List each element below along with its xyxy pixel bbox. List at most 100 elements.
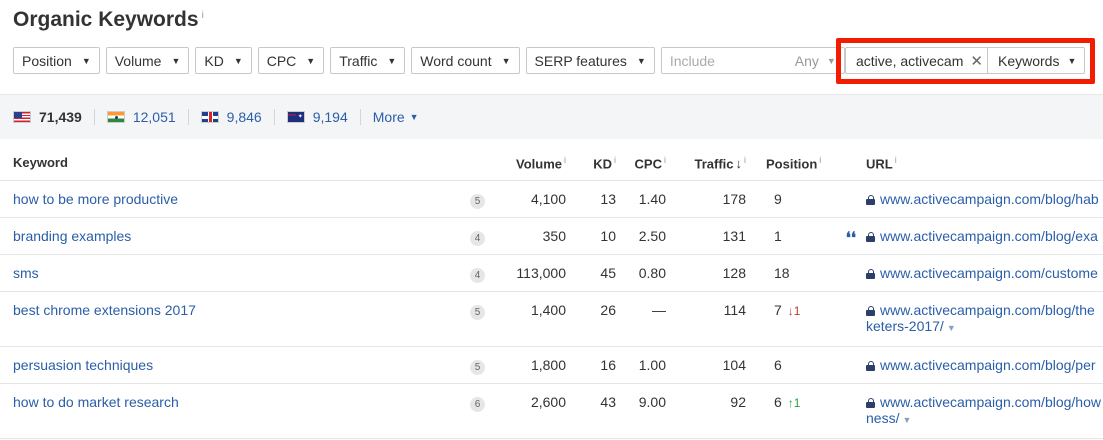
col-volume-header[interactable]: Volume i [506, 146, 566, 181]
featured-snippet-icon[interactable]: ❛❛ [831, 217, 866, 255]
filter-bar: Position ▼ Volume ▼ KD ▼ CPC ▼ Traffic ▼ Word… [13, 47, 845, 74]
col-label: URL [866, 155, 893, 171]
filter-label: Traffic [339, 52, 378, 69]
kd-cell: 10 [566, 217, 616, 255]
more-countries-button[interactable]: More ▼ [373, 109, 419, 125]
url-link[interactable]: www.activecampaign.com/blog/exa [880, 228, 1098, 244]
country-in[interactable]: 12,051 [106, 109, 189, 125]
search-scope-dropdown[interactable]: Keywords ▼ [987, 47, 1086, 74]
info-icon[interactable]: i [664, 155, 666, 165]
filter-label: CPC [266, 52, 297, 69]
keyword-link[interactable]: best chrome extensions 2017 [0, 302, 196, 318]
search-scope-label: Keywords [998, 52, 1060, 69]
country-gb[interactable]: 9,846 [200, 109, 275, 125]
filter-label: KD [204, 52, 224, 69]
table-row: how to do market research 6 2,600 43 9.0… [0, 383, 1103, 439]
position-change-down: ↓1 [787, 303, 801, 318]
country-count: 71,439 [39, 109, 82, 125]
col-cpc-header[interactable]: CPC i [616, 146, 666, 181]
keyword-search-group: active, activecam ✕ Keywords ▼ [845, 47, 1086, 74]
url-link[interactable]: www.activecampaign.com/custome [880, 265, 1098, 281]
url-cell[interactable]: www.activecampaign.com/blog/exa [866, 217, 1103, 255]
traffic-cell: 178 [666, 180, 746, 218]
page-title: Organic Keywords i [13, 8, 204, 32]
col-wc-header [470, 146, 506, 181]
caret-down-icon: ▼ [501, 55, 511, 66]
col-url-header[interactable]: URL i [866, 146, 1103, 181]
keyword-link[interactable]: sms [0, 265, 39, 281]
info-icon[interactable]: i [202, 10, 204, 21]
cpc-cell: — [616, 291, 666, 347]
col-kd-header[interactable]: KD i [566, 146, 616, 181]
info-icon[interactable]: i [744, 155, 746, 165]
cpc-cell: 9.00 [616, 383, 666, 439]
traffic-cell: 128 [666, 254, 746, 292]
filter-cpc-dropdown[interactable]: CPC ▼ [257, 47, 325, 74]
lock-icon [866, 397, 875, 408]
url-link[interactable]: www.activecampaign.com/blog/per [880, 357, 1096, 373]
url-menu-caret-icon[interactable]: ▼ [947, 323, 956, 333]
filter-word-count-dropdown[interactable]: Word count ▼ [411, 47, 520, 74]
caret-down-icon: ▼ [636, 55, 646, 66]
url-cell[interactable]: www.activecampaign.com/blog/the keters-20… [866, 291, 1103, 347]
word-count-badge: 6 [470, 396, 485, 412]
info-icon[interactable]: i [895, 155, 897, 165]
lock-icon [866, 194, 875, 205]
col-position-header[interactable]: Position i [746, 146, 831, 181]
col-label: Position [766, 155, 818, 171]
lock-icon [866, 360, 875, 371]
any-dropdown[interactable]: Any ▼ [795, 53, 836, 69]
filter-volume-dropdown[interactable]: Volume ▼ [105, 47, 190, 74]
url-cell[interactable]: www.activecampaign.com/blog/hab [866, 180, 1103, 218]
word-count-badge: 4 [470, 230, 485, 246]
info-icon[interactable]: i [614, 155, 616, 165]
kd-cell: 43 [566, 383, 616, 439]
keyword-link[interactable]: branding examples [0, 228, 131, 244]
country-count: 9,846 [226, 109, 262, 125]
sort-desc-icon: ↓ [735, 155, 743, 171]
country-au[interactable]: 9,194 [286, 109, 361, 125]
url-continuation[interactable]: ness/ [866, 410, 899, 426]
filter-serp-features-dropdown[interactable]: SERP features ▼ [525, 47, 655, 74]
url-link[interactable]: www.activecampaign.com/blog/the [880, 302, 1095, 318]
url-menu-caret-icon[interactable]: ▼ [902, 415, 911, 425]
clear-icon[interactable]: ✕ [970, 52, 983, 70]
url-cell[interactable]: www.activecampaign.com/blog/how ness/▼ [866, 383, 1103, 439]
col-traffic-header[interactable]: Traffic ↓ i [666, 146, 746, 181]
keyword-link[interactable]: persuasion techniques [0, 357, 153, 373]
position-change-up: ↑1 [787, 395, 801, 410]
col-label: CPC [634, 155, 662, 171]
keyword-link[interactable]: how to be more productive [0, 191, 178, 207]
position-value: 7 [774, 301, 782, 318]
volume-cell: 113,000 [506, 254, 566, 292]
table-header-row: Keyword Volume i KD i CPC i Traffic ↓ i Posit… [0, 146, 1103, 181]
col-label: KD [593, 155, 612, 171]
volume-cell: 4,100 [506, 180, 566, 218]
cpc-cell: 2.50 [616, 217, 666, 255]
filter-position-dropdown[interactable]: Position ▼ [13, 47, 100, 74]
url-continuation[interactable]: keters-2017/ [866, 318, 944, 334]
caret-down-icon: ▼ [233, 55, 243, 66]
url-link[interactable]: www.activecampaign.com/blog/hab [880, 191, 1099, 207]
col-keyword-header[interactable]: Keyword [0, 146, 470, 181]
country-us[interactable]: 71,439 [13, 109, 95, 125]
keyword-link[interactable]: how to do market research [0, 394, 179, 410]
info-icon[interactable]: i [564, 155, 566, 165]
url-cell[interactable]: www.activecampaign.com/custome [866, 254, 1103, 292]
keyword-search-input[interactable]: active, activecam ✕ [845, 47, 987, 74]
position-cell: 6 ↑1 [746, 383, 831, 439]
url-link[interactable]: www.activecampaign.com/blog/how [880, 394, 1101, 410]
col-label: Keyword [13, 155, 68, 171]
filter-label: Position [22, 52, 72, 69]
col-label: Traffic [694, 155, 734, 171]
position-cell: 6 [746, 346, 831, 384]
kd-cell: 45 [566, 254, 616, 292]
caret-down-icon: ▼ [81, 55, 91, 66]
traffic-cell: 114 [666, 291, 746, 347]
filter-kd-dropdown[interactable]: KD ▼ [195, 47, 252, 74]
url-cell[interactable]: www.activecampaign.com/blog/per [866, 346, 1103, 384]
filter-traffic-dropdown[interactable]: Traffic ▼ [330, 47, 406, 74]
info-icon[interactable]: i [819, 155, 821, 165]
caret-down-icon: ▼ [306, 55, 316, 66]
include-input[interactable]: Include Any ▼ [660, 47, 845, 74]
